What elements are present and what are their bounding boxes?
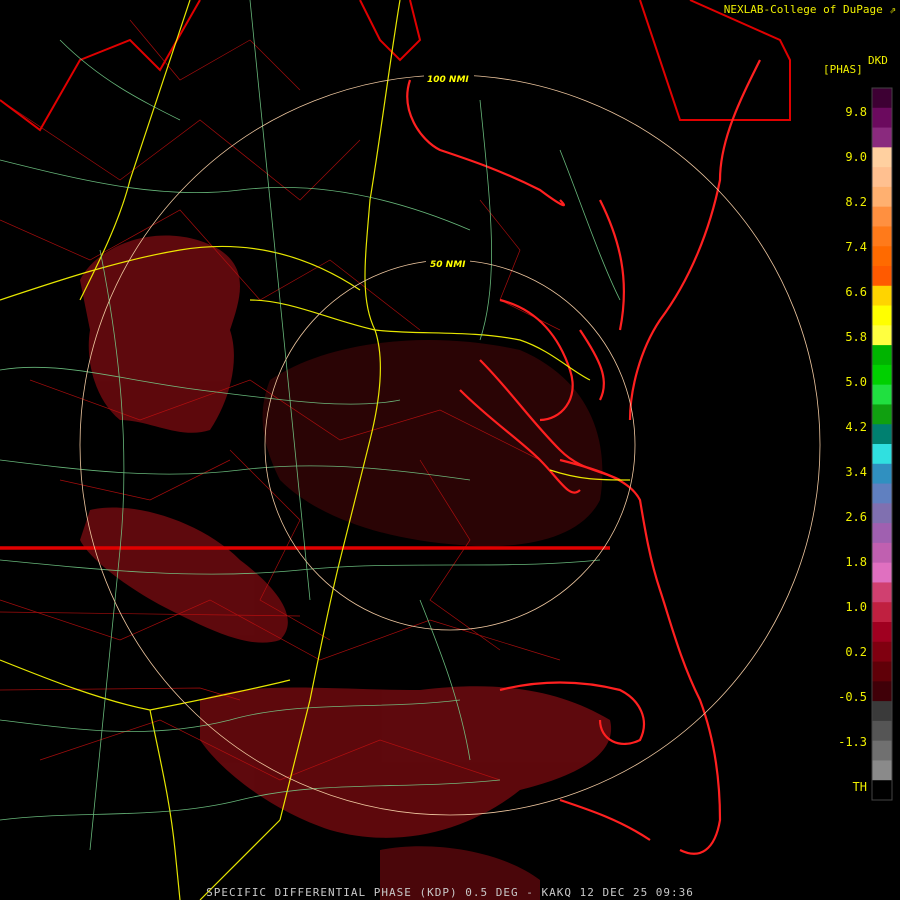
color-swatch bbox=[872, 305, 892, 326]
color-swatch bbox=[872, 483, 892, 504]
color-swatch bbox=[872, 562, 892, 583]
color-swatch bbox=[872, 206, 892, 227]
color-swatch bbox=[872, 107, 892, 129]
color-swatch bbox=[872, 503, 892, 524]
legend-tick-label: 3.4 bbox=[845, 465, 867, 479]
legend-tick-label: 4.2 bbox=[845, 420, 867, 434]
legend-unit: [PHAS] bbox=[823, 63, 863, 76]
color-swatch bbox=[872, 523, 892, 544]
color-scale-bar bbox=[871, 87, 893, 801]
legend-tick-label: -1.3 bbox=[838, 735, 867, 749]
ring-label-50: 50 NMI bbox=[430, 260, 466, 270]
color-swatch bbox=[872, 602, 892, 623]
legend-tick-label: 7.4 bbox=[845, 240, 867, 254]
legend-tick-label: 2.6 bbox=[845, 510, 867, 524]
legend-tick-label: TH bbox=[852, 780, 867, 794]
color-swatch bbox=[872, 404, 892, 425]
legend-tick-label: 5.8 bbox=[845, 330, 867, 344]
color-swatch bbox=[872, 641, 892, 663]
color-swatch bbox=[872, 226, 892, 247]
color-swatch bbox=[872, 266, 892, 287]
color-swatch bbox=[872, 364, 892, 386]
legend-tick-label: 1.0 bbox=[845, 600, 867, 614]
radar-map: 50 NMI 100 NMI bbox=[0, 0, 900, 900]
legend-code: DKD bbox=[868, 54, 888, 67]
ring-label-100: 100 NMI bbox=[427, 75, 469, 85]
color-swatch bbox=[872, 167, 892, 188]
color-swatch bbox=[872, 325, 892, 346]
legend-tick-label: 8.2 bbox=[845, 195, 867, 209]
product-footer: SPECIFIC DIFFERENTIAL PHASE (KDP) 0.5 DE… bbox=[206, 886, 694, 899]
legend-tick-label: 9.8 bbox=[845, 105, 867, 119]
corner-mark-icon: ⇗ bbox=[889, 3, 896, 16]
color-swatch bbox=[872, 720, 892, 742]
color-swatch bbox=[872, 444, 892, 465]
legend-tick-label: 1.8 bbox=[845, 555, 867, 569]
color-swatch bbox=[872, 88, 892, 109]
color-swatch bbox=[872, 345, 892, 366]
legend-tick-label: -0.5 bbox=[838, 690, 867, 704]
credit-text: NEXLAB-College of DuPage bbox=[723, 3, 883, 16]
color-swatch bbox=[872, 384, 892, 405]
color-swatch bbox=[872, 740, 892, 761]
color-swatch bbox=[872, 622, 892, 643]
legend-tick-label: 5.0 bbox=[845, 375, 867, 389]
color-swatch bbox=[872, 127, 892, 148]
color-swatch bbox=[872, 661, 892, 682]
color-swatch bbox=[872, 582, 892, 603]
color-swatch bbox=[872, 760, 892, 781]
color-swatch bbox=[872, 681, 892, 702]
color-swatch bbox=[872, 246, 892, 267]
color-swatch bbox=[872, 463, 892, 485]
color-swatch bbox=[872, 186, 892, 208]
color-swatch bbox=[872, 147, 892, 168]
color-swatch bbox=[872, 701, 892, 722]
color-swatch bbox=[872, 285, 892, 307]
credit-label: NEXLAB-College of DuPage ⇗ bbox=[724, 3, 896, 16]
legend-tick-label: 6.6 bbox=[845, 285, 867, 299]
legend-tick-label: 0.2 bbox=[845, 645, 867, 659]
color-swatch bbox=[872, 542, 892, 564]
color-swatch bbox=[872, 780, 892, 801]
legend-tick-label: 9.0 bbox=[845, 150, 867, 164]
color-swatch bbox=[872, 424, 892, 445]
